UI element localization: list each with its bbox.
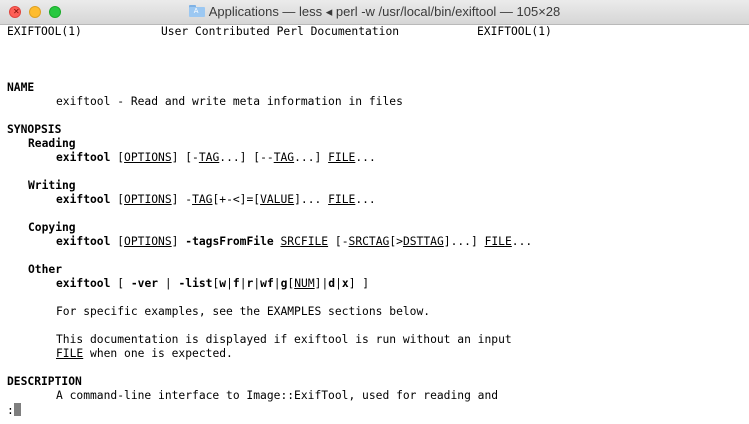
terminal-content[interactable]: EXIFTOOL(1) User Contributed Perl Docume… <box>0 24 749 424</box>
writing-command: exiftool [OPTIONS] -TAG[+-<]=[VALUE]... … <box>56 193 376 206</box>
name-text: exiftool - Read and write meta informati… <box>56 95 403 108</box>
synopsis-heading: SYNOPSIS <box>7 123 62 136</box>
examples-note: For specific examples, see the EXAMPLES … <box>56 305 431 318</box>
less-prompt[interactable]: : <box>7 403 21 417</box>
man-header-right: EXIFTOOL(1) <box>477 25 552 38</box>
other-command: exiftool [ -ver | -list[w|f|r|wf|g[NUM]|… <box>56 277 370 290</box>
reading-command: exiftool [OPTIONS] [-TAG...] [--TAG...] … <box>56 151 376 164</box>
reading-subheading: Reading <box>28 137 76 150</box>
copying-command: exiftool [OPTIONS] -tagsFromFile SRCFILE… <box>56 235 533 248</box>
text-cursor <box>13 403 21 416</box>
writing-subheading: Writing <box>28 179 76 192</box>
close-icon: ✕ <box>13 7 20 16</box>
minimize-button[interactable] <box>29 6 41 18</box>
window-title: Applications — less ◂ perl -w /usr/local… <box>208 4 561 19</box>
folder-icon: A <box>188 5 205 17</box>
close-button[interactable]: ✕ <box>9 6 21 18</box>
description-heading: DESCRIPTION <box>7 375 82 388</box>
doc-note-line-1: This documentation is displayed if exift… <box>56 333 512 346</box>
description-text: A command-line interface to Image::ExifT… <box>56 389 499 402</box>
terminal-window: A Applications — less ◂ perl -w /usr/loca… <box>0 0 749 424</box>
copying-subheading: Copying <box>28 221 76 234</box>
window-title-wrap: A Applications — less ◂ perl -w /usr/loca… <box>0 0 749 24</box>
doc-note-line-2: FILE when one is expected. <box>56 347 233 360</box>
other-subheading: Other <box>28 263 63 276</box>
man-header-center: User Contributed Perl Documentation <box>161 25 400 38</box>
man-header-left: EXIFTOOL(1) <box>7 25 82 38</box>
title-bar[interactable]: A Applications — less ◂ perl -w /usr/loca… <box>0 0 749 25</box>
zoom-button[interactable] <box>49 6 61 18</box>
name-heading: NAME <box>7 81 35 94</box>
